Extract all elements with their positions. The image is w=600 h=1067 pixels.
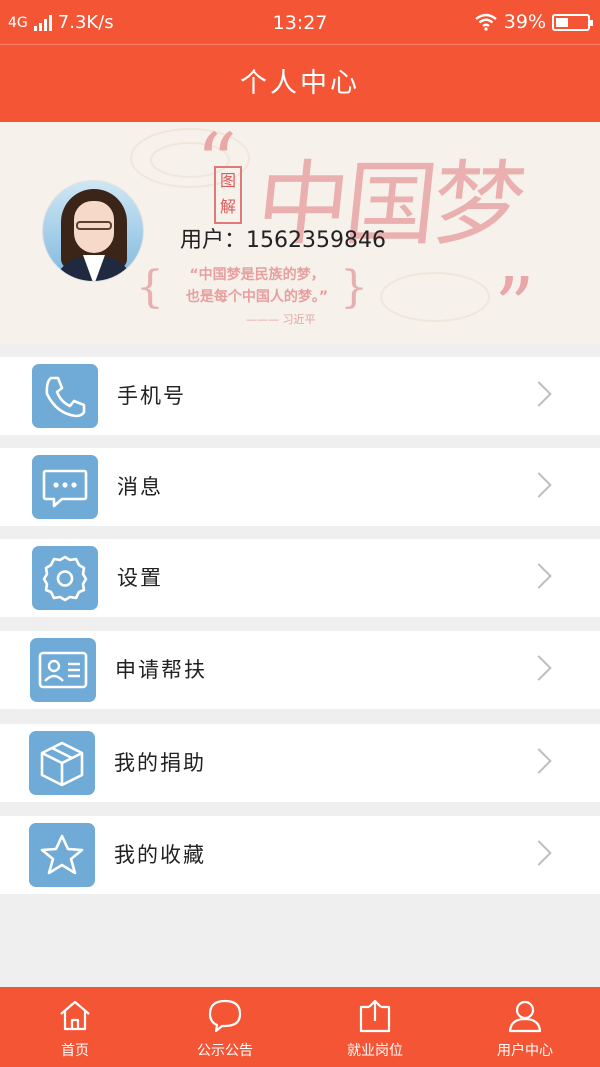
menu-item-my-favorites[interactable]: 我的收藏 bbox=[0, 816, 600, 894]
tab-home[interactable]: 首页 bbox=[0, 987, 150, 1067]
banner-quote-text: “中国梦是民族的梦， 也是每个中国人的梦。” bbox=[152, 264, 362, 308]
bottom-tab-bar: 首页 公示公告 就业岗位 用户中心 bbox=[0, 987, 600, 1067]
gear-icon bbox=[32, 546, 98, 610]
wifi-icon bbox=[475, 13, 497, 31]
menu-item-label: 消息 bbox=[117, 475, 163, 499]
chevron-right-icon bbox=[526, 748, 552, 774]
chevron-right-icon bbox=[526, 563, 552, 589]
tab-announcements[interactable]: 公示公告 bbox=[150, 987, 300, 1067]
chevron-right-icon bbox=[526, 840, 552, 866]
battery-icon bbox=[552, 13, 593, 31]
tab-label: 用户中心 bbox=[497, 1043, 553, 1059]
star-icon bbox=[29, 823, 95, 887]
phone-icon bbox=[32, 364, 98, 428]
profile-banner: “ ” 图解 中国梦 { } “中国梦是民族的梦， 也是每个中国人的梦。” ——… bbox=[0, 122, 600, 344]
quote-line: “中国梦是民族的梦， bbox=[189, 267, 325, 283]
menu-item-label: 我的收藏 bbox=[114, 843, 206, 867]
chevron-right-icon bbox=[526, 655, 552, 681]
banner-signature: ——— 习近平 bbox=[246, 313, 316, 326]
chat-bubble-icon bbox=[208, 999, 242, 1033]
tab-user-center[interactable]: 用户中心 bbox=[450, 987, 600, 1067]
menu-item-phone[interactable]: 手机号 bbox=[0, 357, 600, 435]
status-bar: 4G 7.3K/s 13:27 39% bbox=[0, 0, 600, 44]
menu-item-settings[interactable]: 设置 bbox=[0, 539, 600, 617]
message-icon bbox=[32, 455, 98, 519]
tab-label: 首页 bbox=[61, 1043, 89, 1059]
tab-label: 公示公告 bbox=[197, 1043, 253, 1059]
decor-swirl bbox=[380, 272, 490, 322]
chevron-right-icon bbox=[526, 472, 552, 498]
menu-item-messages[interactable]: 消息 bbox=[0, 448, 600, 526]
menu-item-label: 设置 bbox=[117, 566, 163, 590]
menu-item-label: 申请帮扶 bbox=[115, 658, 207, 682]
home-icon bbox=[60, 1000, 90, 1031]
menu-item-label: 我的捐助 bbox=[114, 751, 206, 775]
upload-icon bbox=[359, 999, 391, 1033]
menu-item-label: 手机号 bbox=[117, 384, 186, 408]
quote-mark-close: ” bbox=[494, 260, 535, 344]
menu-item-my-donations[interactable]: 我的捐助 bbox=[0, 724, 600, 802]
system-indicators: 39% bbox=[474, 11, 593, 33]
user-account-label: 用户：1562359846 bbox=[180, 228, 386, 253]
user-icon bbox=[508, 1000, 542, 1033]
menu-item-apply-help[interactable]: 申请帮扶 bbox=[0, 631, 600, 709]
id-card-icon bbox=[30, 638, 96, 702]
banner-stamp: 图解 bbox=[214, 166, 242, 224]
tab-label: 就业岗位 bbox=[347, 1043, 403, 1059]
chevron-right-icon bbox=[526, 381, 552, 407]
avatar[interactable] bbox=[42, 180, 144, 282]
battery-percent: 39% bbox=[503, 11, 546, 33]
page-title: 个人中心 bbox=[0, 44, 600, 122]
quote-line: 也是每个中国人的梦。” bbox=[185, 289, 329, 305]
tab-jobs[interactable]: 就业岗位 bbox=[300, 987, 450, 1067]
box-icon bbox=[29, 731, 95, 795]
